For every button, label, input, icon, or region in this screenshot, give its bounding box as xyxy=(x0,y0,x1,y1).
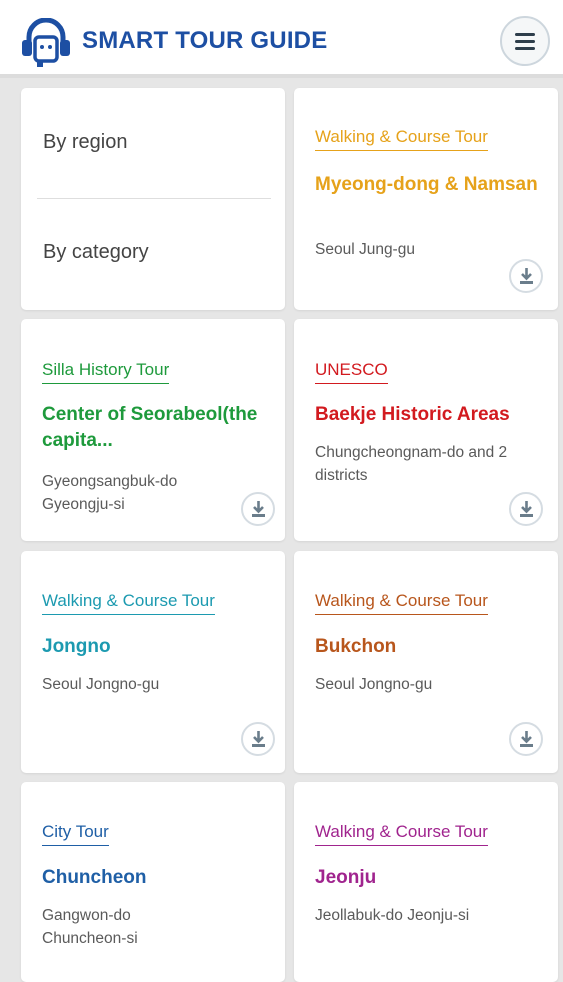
tour-location: Gangwon-do Chuncheon-si xyxy=(42,907,138,947)
tour-location: Jeollabuk-do Jeonju-si xyxy=(315,907,470,924)
tour-title: Chuncheon xyxy=(42,867,147,888)
filter-by-category[interactable]: By category xyxy=(43,241,149,264)
tour-category: UNESCO xyxy=(315,360,388,384)
tour-title: Center of Seorabeol(the capita... xyxy=(42,404,258,451)
headphone-guide-icon xyxy=(20,17,72,68)
filter-by-region[interactable]: By region xyxy=(43,131,128,154)
tour-card[interactable]: UNESCO Baekje Historic Areas Chungcheong… xyxy=(294,319,558,541)
tour-location: Seoul Jongno-gu xyxy=(42,676,160,693)
download-icon[interactable] xyxy=(241,722,275,756)
filter-card: By region By category xyxy=(21,88,285,310)
tour-location: Seoul Jung-gu xyxy=(315,241,415,258)
tour-card[interactable]: Walking & Course Tour Jongno Seoul Jongn… xyxy=(21,551,285,773)
tour-title: Jeonju xyxy=(315,867,377,888)
tour-location: Gyeongsangbuk-do Gyeongju-si xyxy=(42,473,178,513)
app-header: SMART TOUR GUIDE xyxy=(0,0,563,78)
download-icon[interactable] xyxy=(241,492,275,526)
divider xyxy=(37,198,271,199)
download-icon[interactable] xyxy=(509,492,543,526)
tour-category: Silla History Tour xyxy=(42,360,170,384)
download-icon[interactable] xyxy=(509,259,543,293)
hamburger-icon[interactable] xyxy=(500,16,550,66)
tour-title: Baekje Historic Areas xyxy=(315,404,510,425)
tour-card[interactable]: City Tour Chuncheon Gangwon-do Chuncheon… xyxy=(21,782,285,982)
tour-category: Walking & Course Tour xyxy=(315,127,488,151)
tour-category: City Tour xyxy=(42,822,109,846)
tour-card[interactable]: Walking & Course Tour Myeong-dong & Nams… xyxy=(294,88,558,310)
tour-location: Chungcheongnam-do and 2 districts xyxy=(315,444,508,484)
download-icon[interactable] xyxy=(509,722,543,756)
tour-title: Bukchon xyxy=(315,636,397,657)
tour-title: Myeong-dong & Namsan xyxy=(315,174,538,195)
tour-card[interactable]: Silla History Tour Center of Seorabeol(t… xyxy=(21,319,285,541)
tour-category: Walking & Course Tour xyxy=(315,822,488,846)
tour-card[interactable]: Walking & Course Tour Bukchon Seoul Jong… xyxy=(294,551,558,773)
tour-category: Walking & Course Tour xyxy=(42,591,215,615)
app-title: SMART TOUR GUIDE xyxy=(82,27,328,54)
tour-card[interactable]: Walking & Course Tour Jeonju Jeollabuk-d… xyxy=(294,782,558,982)
tour-category: Walking & Course Tour xyxy=(315,591,488,615)
tour-title: Jongno xyxy=(42,636,111,657)
tour-location: Seoul Jongno-gu xyxy=(315,676,433,693)
